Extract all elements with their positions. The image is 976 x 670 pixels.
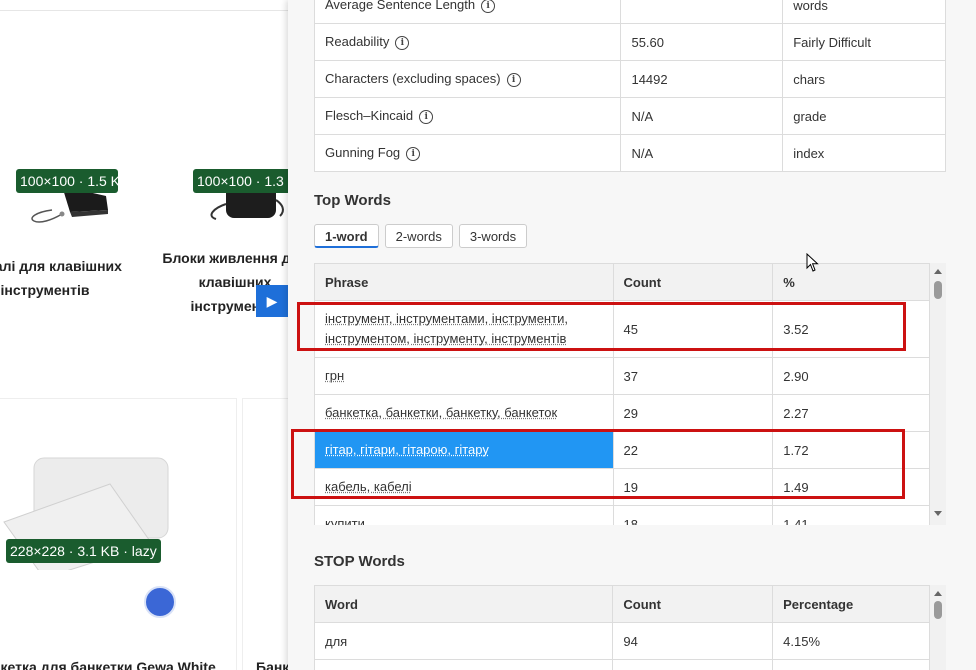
- phrase-cell[interactable]: банкетка, банкетки, банкетку, банкеток: [325, 405, 557, 420]
- metric-unit: index: [782, 134, 946, 172]
- column-header-count[interactable]: Count: [612, 585, 774, 623]
- word-cell: для: [314, 622, 614, 660]
- metric-row: Flesch–Kincaid i N/A grade: [313, 97, 946, 135]
- percent-cell: [772, 659, 930, 670]
- metric-unit: grade: [782, 97, 946, 135]
- info-icon[interactable]: i: [406, 147, 421, 161]
- metric-value: N/A: [620, 134, 784, 172]
- top-words-tabs: 1-word 2-words 3-words: [314, 224, 528, 248]
- store-page-background: 100×100 · 1.5 KB Педалі для клавішних ін…: [0, 0, 300, 670]
- highlight-annotation-guitar-cable: [291, 429, 905, 499]
- stop-words-title: STOP Words: [314, 553, 405, 570]
- metric-label: Readability: [325, 34, 390, 49]
- table-row[interactable]: для 94 4.15%: [314, 622, 930, 660]
- info-icon[interactable]: i: [481, 0, 496, 13]
- percent-cell: 2.90: [772, 357, 930, 395]
- table-row[interactable]: [314, 659, 930, 670]
- image-size-badge: 100×100 · 1.5 KB: [16, 169, 118, 193]
- phrase-cell[interactable]: грн: [325, 368, 344, 383]
- table-row[interactable]: грн 37 2.90: [314, 357, 930, 395]
- count-cell: 29: [612, 394, 774, 432]
- info-icon[interactable]: i: [506, 73, 521, 87]
- metric-unit: Fairly Difficult: [782, 23, 946, 61]
- metric-label: Gunning Fog: [325, 145, 401, 160]
- percent-cell: 1.41: [772, 505, 930, 525]
- metric-value: [620, 0, 784, 24]
- scroll-up-arrow-icon[interactable]: [934, 269, 942, 274]
- scroll-up-arrow-icon[interactable]: [934, 591, 942, 596]
- metric-label: Flesch–Kincaid: [325, 108, 414, 123]
- text-metrics-table: Average Sentence Length i words Readabili…: [313, 0, 946, 172]
- metric-unit: words: [782, 0, 946, 24]
- product-name-bench[interactable]: Банкетка для банкетки Gewa White: [0, 655, 220, 670]
- metric-row: Characters (excluding spaces) i 14492 cha…: [313, 60, 946, 98]
- column-header-phrase[interactable]: Phrase: [314, 263, 614, 301]
- mouse-cursor-icon: [806, 253, 819, 272]
- stop-words-scroll-area[interactable]: Word Count Percentage для 94 4.15%: [314, 585, 946, 670]
- info-icon[interactable]: i: [419, 110, 434, 124]
- top-words-scrollbar[interactable]: [930, 263, 946, 525]
- scroll-down-arrow-icon[interactable]: [934, 511, 942, 516]
- metric-row: Readability i 55.60 Fairly Difficult: [313, 23, 946, 61]
- metric-value: N/A: [620, 97, 784, 135]
- table-row[interactable]: банкетка, банкетки, банкетку, банкеток 2…: [314, 394, 930, 432]
- count-cell: 94: [612, 622, 774, 660]
- count-cell: 37: [612, 357, 774, 395]
- highlight-annotation-instrument: [297, 302, 906, 351]
- tab-1-word[interactable]: 1-word: [314, 224, 379, 248]
- column-header-count[interactable]: Count: [612, 263, 774, 301]
- count-cell: [612, 659, 774, 670]
- metric-label: Average Sentence Length: [325, 0, 476, 12]
- play-icon[interactable]: ▶: [256, 285, 288, 317]
- scroll-thumb[interactable]: [934, 601, 942, 619]
- word-cell: [314, 659, 614, 670]
- column-header-word[interactable]: Word: [314, 585, 614, 623]
- top-words-title: Top Words: [314, 192, 391, 209]
- count-cell: 18: [612, 505, 774, 525]
- table-row[interactable]: купити 18 1.41: [314, 505, 930, 525]
- brand-logo-icon: [144, 586, 176, 618]
- column-header-percentage[interactable]: Percentage: [772, 585, 930, 623]
- product-name-pedals[interactable]: Педалі для клавішних інструментів: [0, 254, 150, 302]
- metric-row: Average Sentence Length i words: [313, 0, 946, 24]
- metric-value: 14492: [620, 60, 784, 98]
- stop-words-table: Word Count Percentage для 94 4.15%: [314, 585, 930, 670]
- metric-label: Characters (excluding spaces): [325, 71, 501, 86]
- percent-cell: 2.27: [772, 394, 930, 432]
- tab-2-words[interactable]: 2-words: [384, 224, 453, 248]
- tab-3-words[interactable]: 3-words: [458, 224, 528, 248]
- scroll-thumb[interactable]: [934, 281, 942, 299]
- stop-words-scrollbar[interactable]: [930, 585, 946, 670]
- metric-row: Gunning Fog i N/A index: [313, 134, 946, 172]
- phrase-cell[interactable]: купити: [325, 516, 365, 525]
- metric-value: 55.60: [620, 23, 784, 61]
- header-divider: [0, 10, 290, 11]
- column-header-percent[interactable]: %: [772, 263, 930, 301]
- table-header-row: Word Count Percentage: [314, 585, 930, 623]
- image-size-badge: 228×228 · 3.1 KB · lazy: [6, 539, 161, 563]
- image-size-badge: 100×100 · 1.3 KB: [193, 169, 293, 193]
- table-header-row: Phrase Count %: [314, 263, 930, 301]
- percent-cell: 4.15%: [772, 622, 930, 660]
- info-icon[interactable]: i: [395, 36, 410, 50]
- metric-unit: chars: [782, 60, 946, 98]
